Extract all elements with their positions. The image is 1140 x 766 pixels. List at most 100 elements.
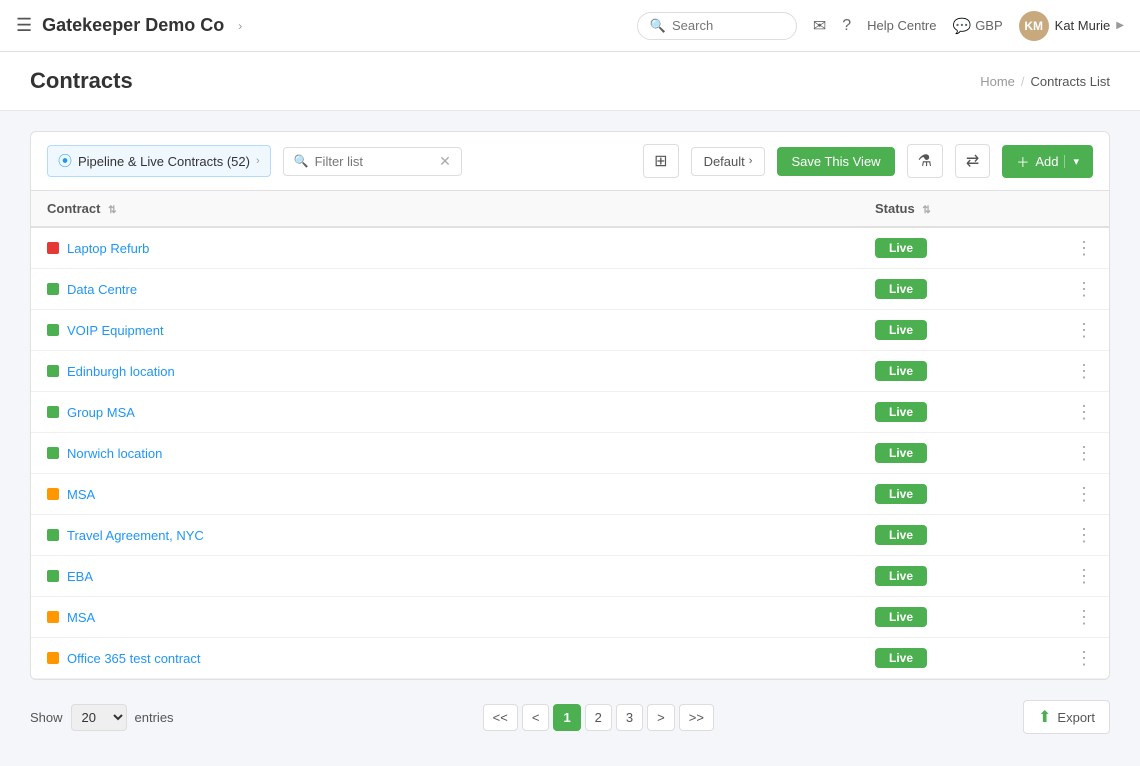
clear-filter-icon[interactable]: ✕ <box>439 153 451 170</box>
status-badge: Live <box>875 484 927 504</box>
row-more-button[interactable]: ⋮ <box>1075 444 1093 462</box>
add-label: Add <box>1035 154 1058 169</box>
table-row: Norwich location Live ⋮ <box>31 433 1109 474</box>
contract-link[interactable]: Group MSA <box>47 405 843 420</box>
status-cell: Live <box>859 638 1059 679</box>
next-page-btn[interactable]: > <box>647 704 675 731</box>
contract-link[interactable]: MSA <box>47 610 843 625</box>
per-page-select[interactable]: 20 50 100 <box>71 704 127 731</box>
contract-name-cell: EBA <box>31 556 859 597</box>
contract-color-dot <box>47 242 59 254</box>
first-page-btn[interactable]: << <box>483 704 518 731</box>
swap-btn[interactable]: ⇄ <box>955 144 990 178</box>
row-more-button[interactable]: ⋮ <box>1075 280 1093 298</box>
help-icon[interactable]: ? <box>842 17 851 35</box>
status-cell: Live <box>859 474 1059 515</box>
last-page-btn[interactable]: >> <box>679 704 714 731</box>
contract-name-text: Data Centre <box>67 282 137 297</box>
main-content: ⦿ Pipeline & Live Contracts (52) › 🔍 ✕ ⊞… <box>0 111 1140 766</box>
table-row: MSA Live ⋮ <box>31 597 1109 638</box>
contract-name-cell: MSA <box>31 597 859 638</box>
filter-btn[interactable]: ⚗ <box>907 144 943 178</box>
contract-link[interactable]: Office 365 test contract <box>47 651 843 666</box>
row-more-button[interactable]: ⋮ <box>1075 649 1093 667</box>
column-header-actions <box>1059 191 1109 227</box>
contract-link[interactable]: Norwich location <box>47 446 843 461</box>
search-box[interactable]: 🔍 <box>637 12 797 40</box>
contract-color-dot <box>47 570 59 582</box>
status-badge: Live <box>875 648 927 668</box>
contract-name-cell: Office 365 test contract <box>31 638 859 679</box>
status-badge: Live <box>875 566 927 586</box>
filter-input-wrap[interactable]: 🔍 ✕ <box>283 147 462 176</box>
view-selector[interactable]: ⦿ Pipeline & Live Contracts (52) › <box>47 145 271 177</box>
status-badge: Live <box>875 238 927 258</box>
default-view-btn[interactable]: Default › <box>691 147 766 176</box>
row-more-button[interactable]: ⋮ <box>1075 321 1093 339</box>
contract-link[interactable]: Edinburgh location <box>47 364 843 379</box>
contract-sort-icon: ⇅ <box>108 205 116 216</box>
row-more-button[interactable]: ⋮ <box>1075 362 1093 380</box>
contract-color-dot <box>47 324 59 336</box>
page-btn-2[interactable]: 2 <box>585 704 612 731</box>
page-header: Contracts Home / Contracts List <box>0 52 1140 111</box>
filter-input[interactable] <box>315 154 434 169</box>
show-label: Show <box>30 710 63 725</box>
contract-link[interactable]: VOIP Equipment <box>47 323 843 338</box>
page-btn-3[interactable]: 3 <box>616 704 643 731</box>
radio-icon: ⦿ <box>58 151 72 171</box>
status-cell: Live <box>859 310 1059 351</box>
contract-name-text: Group MSA <box>67 405 135 420</box>
prev-page-btn[interactable]: < <box>522 704 550 731</box>
save-view-button[interactable]: Save This View <box>777 147 894 176</box>
contract-name-text: VOIP Equipment <box>67 323 164 338</box>
add-button[interactable]: ＋ Add ▾ <box>1002 145 1093 178</box>
column-header-contract[interactable]: Contract ⇅ <box>31 191 859 227</box>
help-centre-link[interactable]: Help Centre <box>867 18 936 33</box>
nav-left: ☰ Gatekeeper Demo Co › <box>16 15 625 36</box>
app-title: Gatekeeper Demo Co <box>42 15 224 36</box>
search-input[interactable] <box>672 18 784 33</box>
search-icon: 🔍 <box>650 18 666 34</box>
contract-color-dot <box>47 488 59 500</box>
row-more-button[interactable]: ⋮ <box>1075 403 1093 421</box>
row-more-button[interactable]: ⋮ <box>1075 526 1093 544</box>
contract-link[interactable]: Data Centre <box>47 282 843 297</box>
actions-cell: ⋮ <box>1059 556 1109 597</box>
status-cell: Live <box>859 392 1059 433</box>
export-icon: ⬆ <box>1038 707 1051 727</box>
user-widget[interactable]: KM Kat Murie ▶ <box>1019 11 1124 41</box>
breadcrumb-home[interactable]: Home <box>980 74 1015 89</box>
contract-link[interactable]: MSA <box>47 487 843 502</box>
export-button[interactable]: ⬆ Export <box>1023 700 1110 734</box>
contract-link[interactable]: Travel Agreement, NYC <box>47 528 843 543</box>
filter-search-icon: 🔍 <box>294 154 309 168</box>
contract-name-text: Edinburgh location <box>67 364 175 379</box>
contract-color-dot <box>47 652 59 664</box>
row-more-button[interactable]: ⋮ <box>1075 239 1093 257</box>
column-status-label: Status <box>875 201 915 216</box>
status-cell: Live <box>859 351 1059 392</box>
table-row: VOIP Equipment Live ⋮ <box>31 310 1109 351</box>
columns-btn[interactable]: ⊞ <box>643 144 678 178</box>
pagination-bar: Show 20 50 100 entries << < 1 2 3 > >> ⬆… <box>30 688 1110 746</box>
status-badge: Live <box>875 402 927 422</box>
row-more-button[interactable]: ⋮ <box>1075 608 1093 626</box>
currency-widget[interactable]: 💬 GBP <box>953 17 1003 35</box>
contract-link[interactable]: EBA <box>47 569 843 584</box>
page-title: Contracts <box>30 68 133 94</box>
contract-name-cell: MSA <box>31 474 859 515</box>
table-row: EBA Live ⋮ <box>31 556 1109 597</box>
save-view-label: Save This View <box>791 154 880 169</box>
row-more-button[interactable]: ⋮ <box>1075 567 1093 585</box>
hamburger-icon[interactable]: ☰ <box>16 15 32 36</box>
mail-icon[interactable]: ✉ <box>813 16 826 36</box>
contract-color-dot <box>47 529 59 541</box>
table-row: Laptop Refurb Live ⋮ <box>31 227 1109 269</box>
column-header-status[interactable]: Status ⇅ <box>859 191 1059 227</box>
page-btn-1[interactable]: 1 <box>553 704 580 731</box>
top-nav: ☰ Gatekeeper Demo Co › 🔍 ✉ ? Help Centre… <box>0 0 1140 52</box>
contract-link[interactable]: Laptop Refurb <box>47 241 843 256</box>
row-more-button[interactable]: ⋮ <box>1075 485 1093 503</box>
columns-icon: ⊞ <box>654 151 667 171</box>
